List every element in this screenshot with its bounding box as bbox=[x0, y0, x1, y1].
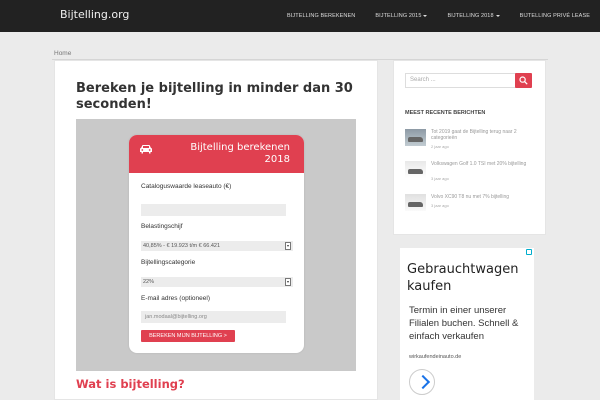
post-date: 3 jaar ago bbox=[431, 176, 449, 181]
chevron-down-icon bbox=[495, 15, 500, 17]
catalog-value-input[interactable] bbox=[141, 204, 286, 216]
category-label: Bijtellingscategorie bbox=[141, 259, 196, 266]
search-input[interactable]: Search ... bbox=[405, 73, 516, 88]
post-title[interactable]: Volkswagen Golf 1.0 TSI met 20% bijtelli… bbox=[431, 161, 535, 167]
email-input[interactable]: jan.modaal@bijtelling.org bbox=[141, 311, 286, 323]
calculator-title: Bijtelling berekenen 2018 bbox=[190, 142, 290, 166]
ad-url[interactable]: wirkaufendeinauto.de bbox=[409, 354, 461, 360]
catalog-value-label: Cataloguswaarde leaseauto (€) bbox=[141, 183, 232, 190]
chevron-right-icon[interactable] bbox=[409, 369, 435, 395]
post-thumbnail[interactable] bbox=[405, 129, 426, 146]
main-menu: BIJTELLING BEREKENEN BIJTELLING 2015 BIJ… bbox=[277, 0, 600, 32]
car-icon bbox=[140, 145, 152, 154]
bijtelling-calculator: Bijtelling berekenen 2018 Cataloguswaard… bbox=[129, 135, 304, 353]
ad-headline[interactable]: Gebrauchtwagen kaufen bbox=[407, 261, 534, 295]
calculator-title-line1: Bijtelling berekenen bbox=[190, 142, 290, 153]
tax-bracket-label: Belastingschijf bbox=[141, 223, 183, 230]
category-select[interactable]: 22% bbox=[141, 277, 293, 287]
main-content: Bereken je bijtelling in minder dan 30 s… bbox=[54, 60, 378, 400]
nav-label: BIJTELLING 2015 bbox=[375, 13, 422, 19]
car-thumbnail-icon bbox=[408, 137, 423, 142]
recent-post-item[interactable]: Volkswagen Golf 1.0 TSI met 20% bijtelli… bbox=[405, 161, 535, 183]
ad-body[interactable]: Termin in einer unserer Filialen buchen.… bbox=[409, 304, 534, 343]
post-thumbnail[interactable] bbox=[405, 194, 426, 211]
calculator-title-line2: 2018 bbox=[264, 154, 290, 165]
sidebar: Search ... MEEST RECENTE BERICHTEN Tot 2… bbox=[393, 60, 546, 235]
page-title: Bereken je bijtelling in minder dan 30 s… bbox=[76, 81, 353, 112]
recent-post-item[interactable]: Volvo XC90 T8 nu met 7% bijtelling 3 jaa… bbox=[405, 194, 535, 216]
email-label: E-mail adres (optioneel) bbox=[141, 295, 211, 302]
calculate-button[interactable]: BEREKEN MIJN BIJTELLING > bbox=[141, 330, 235, 342]
nav-label: BIJTELLING 2018 bbox=[447, 13, 494, 19]
post-thumbnail[interactable] bbox=[405, 161, 426, 178]
recent-posts-heading: MEEST RECENTE BERICHTEN bbox=[405, 110, 486, 116]
section-heading: Wat is bijtelling? bbox=[76, 377, 185, 391]
nav-bijtelling-prive-lease[interactable]: BIJTELLING PRIVÉ LEASE bbox=[510, 13, 600, 19]
search-button[interactable] bbox=[515, 73, 532, 88]
calculator-header: Bijtelling berekenen 2018 bbox=[129, 135, 304, 173]
tax-bracket-value: 40,85% - € 19.923 t/m € 66.421 bbox=[143, 243, 221, 249]
search-icon bbox=[519, 76, 528, 85]
top-navbar: Bijtelling.org BIJTELLING BEREKENEN BIJT… bbox=[0, 0, 600, 32]
calculator-banner: Bijtelling berekenen 2018 Cataloguswaard… bbox=[76, 119, 356, 371]
nav-label: BIJTELLING BEREKENEN bbox=[287, 13, 356, 19]
category-value: 22% bbox=[143, 279, 155, 285]
site-brand[interactable]: Bijtelling.org bbox=[60, 8, 129, 21]
nav-label: BIJTELLING PRIVÉ LEASE bbox=[519, 13, 590, 19]
car-thumbnail-icon bbox=[408, 169, 423, 174]
tax-bracket-select[interactable]: 40,85% - € 19.923 t/m € 66.421 bbox=[141, 241, 293, 251]
post-title[interactable]: Volvo XC90 T8 nu met 7% bijtelling bbox=[431, 194, 535, 200]
nav-bijtelling-2018[interactable]: BIJTELLING 2018 bbox=[437, 13, 509, 19]
post-title[interactable]: Tot 2019 gaat de Bijtelling terug naar 2… bbox=[431, 129, 535, 141]
chevron-down-icon bbox=[423, 15, 428, 17]
post-date: 3 jaar ago bbox=[431, 203, 449, 208]
breadcrumb-home[interactable]: Home bbox=[54, 50, 71, 57]
recent-post-item[interactable]: Tot 2019 gaat de Bijtelling terug naar 2… bbox=[405, 129, 535, 151]
dropdown-arrow-icon bbox=[285, 278, 291, 286]
car-thumbnail-icon bbox=[408, 202, 423, 207]
post-date: 2 jaar ago bbox=[431, 144, 449, 149]
adchoices-icon[interactable] bbox=[526, 249, 532, 255]
dropdown-arrow-icon bbox=[285, 242, 291, 250]
advertisement[interactable]: Gebrauchtwagen kaufen Termin in einer un… bbox=[400, 248, 534, 400]
nav-bijtelling-berekenen[interactable]: BIJTELLING BEREKENEN bbox=[277, 13, 365, 19]
nav-bijtelling-2015[interactable]: BIJTELLING 2015 bbox=[365, 13, 437, 19]
